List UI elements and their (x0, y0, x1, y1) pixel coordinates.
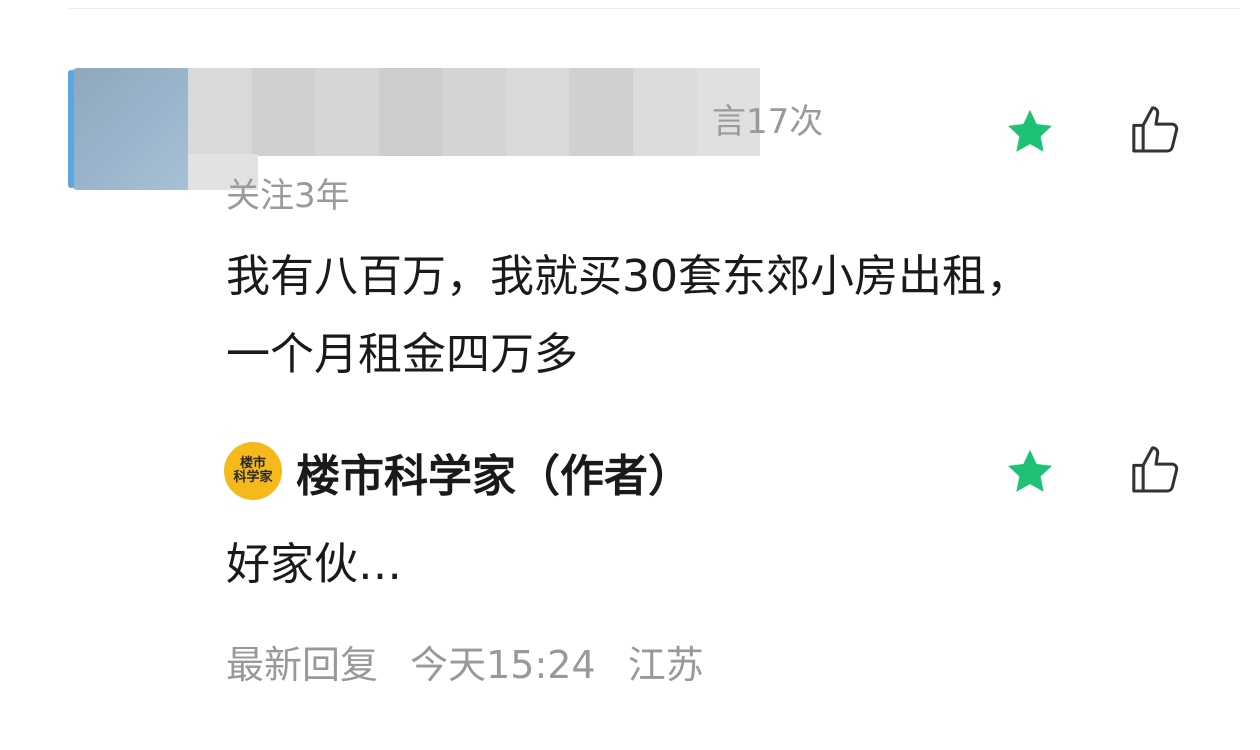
author-avatar[interactable]: 楼市 科学家 (224, 442, 282, 500)
comment-line-1: 我有八百万，我就买30套东郊小房出租， (226, 251, 1030, 302)
latest-reply-label[interactable]: 最新回复 (226, 643, 378, 687)
avatar-text-top: 楼市 (239, 456, 266, 471)
redacted-username-mosaic (188, 68, 761, 156)
reply-meta: 最新回复 今天15:24 江苏 (226, 634, 724, 689)
redacted-avatar-edge (68, 70, 74, 188)
comment-body: 我有八百万，我就买30套东郊小房出租， 一个月租金四万多 (226, 238, 1226, 394)
comment-page: 言17次 关注3年 我有八百万，我就买30套东郊小房出租， 一个月租金四万多 楼… (0, 0, 1260, 750)
reply-time: 今天15:24 (410, 643, 596, 687)
star-icon[interactable] (1004, 106, 1056, 158)
avatar-text-bottom: 科学家 (233, 470, 273, 485)
divider (68, 8, 1240, 9)
follow-duration-meta: 关注3年 (226, 176, 350, 216)
redacted-user-header (64, 66, 761, 192)
author-name[interactable]: 楼市科学家（作者） (296, 440, 692, 504)
reply-location: 江苏 (627, 643, 704, 687)
redacted-avatar (70, 68, 194, 190)
thumbs-up-icon[interactable] (1128, 442, 1184, 498)
thumbs-up-icon[interactable] (1128, 102, 1184, 158)
star-icon[interactable] (1004, 446, 1056, 498)
reply-body: 好家伙… (226, 539, 402, 590)
comment-line-2: 一个月租金四万多 (226, 329, 578, 380)
comment-count-meta: 言17次 (712, 102, 824, 142)
